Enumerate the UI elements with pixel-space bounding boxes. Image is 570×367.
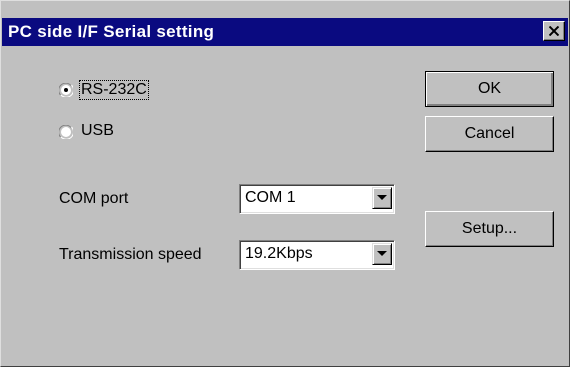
- transmission-speed-select[interactable]: 19.2Kbps: [239, 240, 395, 270]
- chevron-down-icon: [377, 195, 387, 200]
- serial-setting-dialog: PC side I/F Serial setting RS-232C USB C…: [0, 0, 570, 367]
- radio-circle-icon: [58, 124, 74, 140]
- transmission-speed-label: Transmission speed: [59, 246, 202, 263]
- radio-usb[interactable]: [58, 124, 74, 140]
- chevron-down-icon: [377, 251, 387, 256]
- radio-rs232c[interactable]: [58, 82, 74, 98]
- title-bar[interactable]: PC side I/F Serial setting: [2, 18, 568, 46]
- transmission-speed-dropdown-button[interactable]: [372, 243, 392, 265]
- radio-usb-label[interactable]: USB: [81, 122, 114, 140]
- cancel-button[interactable]: Cancel: [425, 116, 554, 152]
- com-port-dropdown-button[interactable]: [372, 187, 392, 209]
- dialog-title: PC side I/F Serial setting: [8, 22, 215, 41]
- transmission-speed-value: 19.2Kbps: [245, 245, 313, 262]
- radio-circle-icon: [58, 82, 74, 98]
- com-port-label: COM port: [59, 190, 129, 207]
- close-button[interactable]: [543, 21, 565, 41]
- ok-button[interactable]: OK: [425, 71, 554, 107]
- radio-rs232c-label[interactable]: RS-232C: [79, 80, 149, 100]
- com-port-value: COM 1: [245, 189, 296, 206]
- close-icon: [549, 26, 559, 36]
- com-port-select[interactable]: COM 1: [239, 184, 395, 214]
- setup-button[interactable]: Setup...: [425, 211, 554, 247]
